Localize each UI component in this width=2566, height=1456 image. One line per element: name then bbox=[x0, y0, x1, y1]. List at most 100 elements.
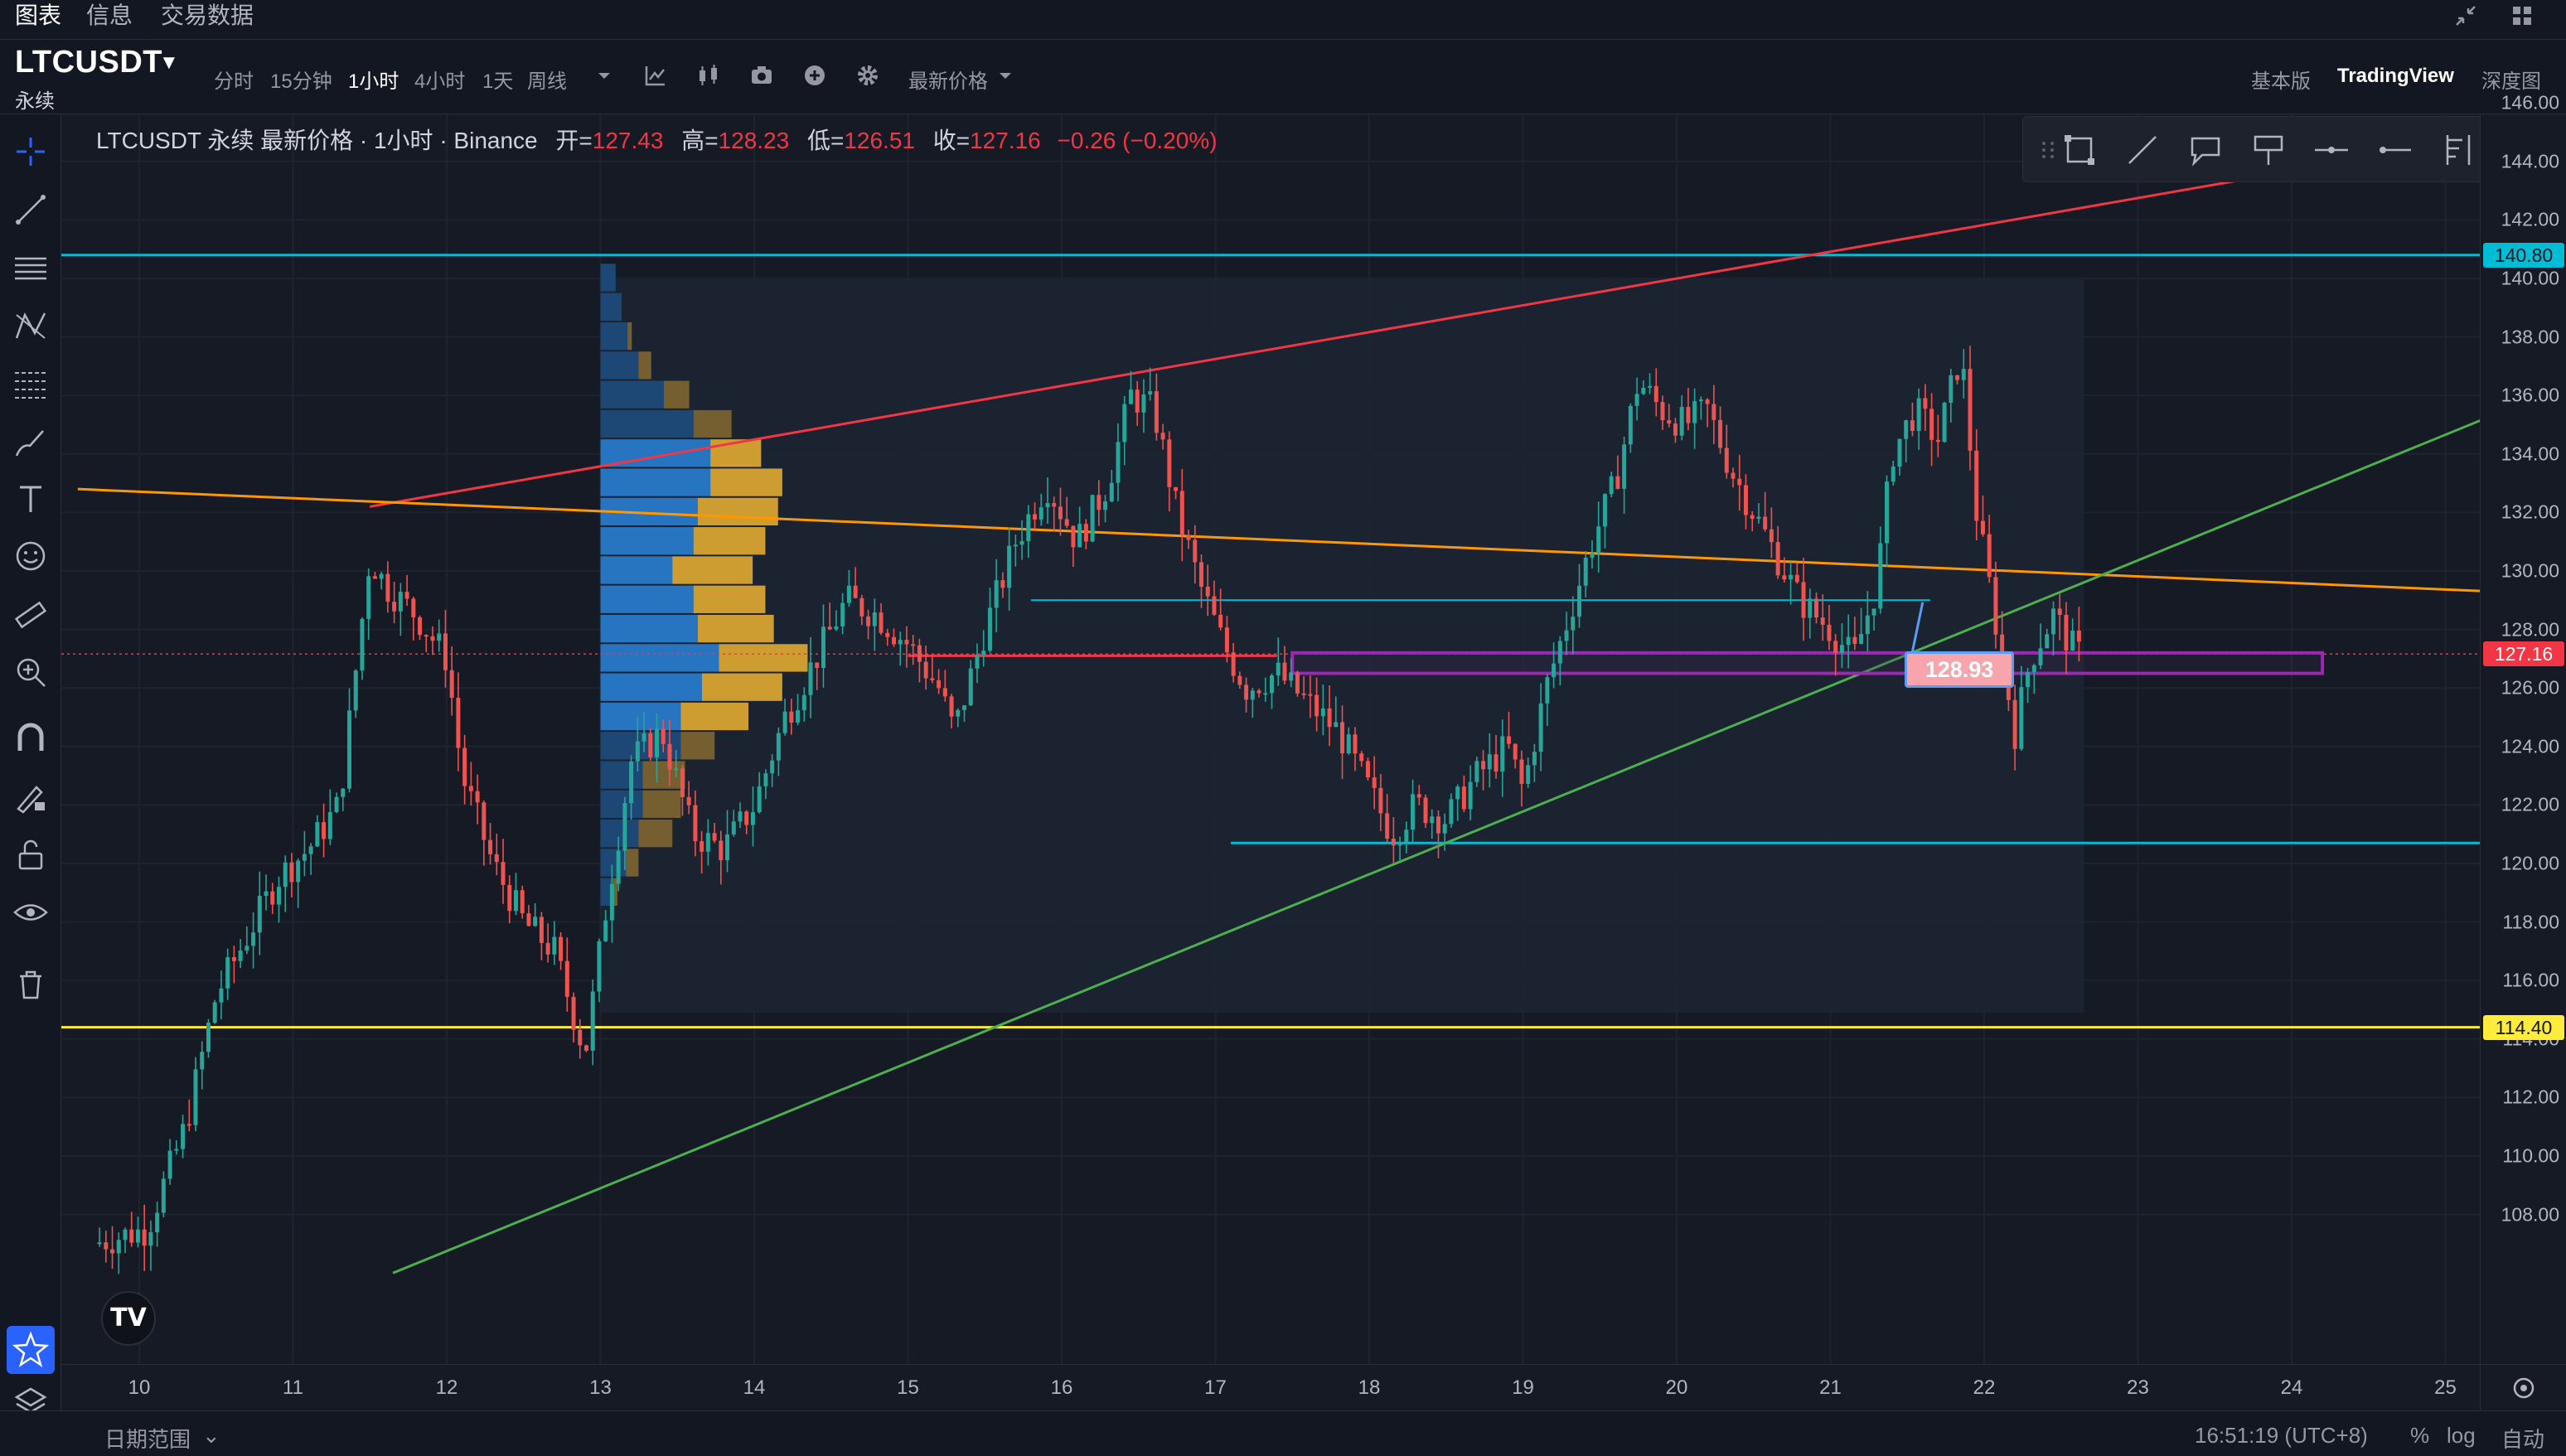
candle-body bbox=[700, 841, 704, 852]
candle-body bbox=[2045, 634, 2050, 649]
timeframe-1w[interactable]: 周线 bbox=[527, 65, 567, 94]
candle-body bbox=[1314, 694, 1319, 717]
ruler-icon[interactable] bbox=[12, 595, 50, 633]
brush-icon[interactable] bbox=[12, 423, 50, 461]
candle-body bbox=[1968, 369, 1973, 451]
candle-body bbox=[456, 698, 461, 748]
indicators-icon[interactable] bbox=[642, 61, 670, 89]
candle-body bbox=[520, 890, 525, 914]
candle-body bbox=[155, 1212, 160, 1232]
candle-body bbox=[2038, 648, 2043, 665]
fib-extension-icon[interactable] bbox=[2438, 130, 2477, 170]
text-icon[interactable] bbox=[12, 479, 50, 517]
candle-body bbox=[2019, 687, 2024, 749]
ray-tool-icon[interactable] bbox=[2375, 130, 2414, 170]
price-tick-label: 122.00 bbox=[2501, 793, 2559, 815]
timeframe-1h[interactable]: 1小时 bbox=[348, 65, 399, 94]
candle-body bbox=[437, 633, 442, 641]
timeframe-1d[interactable]: 1天 bbox=[482, 65, 513, 94]
time-axis[interactable]: 10 11 12 13 14 15 16 17 18 19 20 21 22 23 24 25 bbox=[61, 1364, 2480, 1410]
candle-body bbox=[1846, 636, 1851, 646]
range-rectangle bbox=[1290, 651, 2325, 675]
collapse-icon[interactable] bbox=[2453, 3, 2478, 28]
view-depth[interactable]: 深度图 bbox=[2481, 65, 2541, 94]
emoji-icon[interactable] bbox=[12, 537, 50, 575]
date-range-button[interactable]: 日期范围 bbox=[104, 1423, 191, 1454]
unlock-icon[interactable] bbox=[12, 835, 50, 873]
tab-chart[interactable]: 图表 bbox=[15, 0, 61, 31]
volume-profile-bar-sell bbox=[642, 761, 685, 789]
percent-toggle[interactable]: % bbox=[2410, 1423, 2429, 1449]
candle-body bbox=[1167, 439, 1172, 487]
chevron-down-icon[interactable]: ▼ bbox=[159, 51, 179, 75]
tab-trading-data[interactable]: 交易数据 bbox=[161, 0, 254, 31]
candle-body bbox=[296, 860, 301, 883]
line-tool-icon[interactable] bbox=[2123, 130, 2162, 170]
plus-circle-icon[interactable] bbox=[801, 61, 829, 89]
flag-tool-icon[interactable] bbox=[2249, 130, 2288, 170]
magnet-icon[interactable] bbox=[12, 719, 50, 757]
horizontal-ray-icon[interactable] bbox=[2312, 130, 2351, 170]
view-tradingview[interactable]: TradingView bbox=[2337, 65, 2454, 88]
candle-body bbox=[776, 733, 781, 761]
candle-body bbox=[123, 1229, 128, 1241]
candle-body bbox=[1648, 385, 1653, 388]
chevron-down-icon[interactable] bbox=[590, 61, 618, 89]
candle-body bbox=[322, 822, 327, 839]
price-callout[interactable]: 128.93 bbox=[1905, 651, 2014, 688]
candle-body bbox=[1282, 662, 1287, 681]
view-basic[interactable]: 基本版 bbox=[2251, 65, 2311, 94]
candle-body bbox=[962, 705, 967, 710]
candle-body bbox=[552, 936, 557, 955]
chart-plot-area[interactable] bbox=[61, 114, 2480, 1364]
candle-body bbox=[827, 626, 832, 630]
settings-circle-icon[interactable] bbox=[2481, 1365, 2566, 1411]
candle-body bbox=[193, 1069, 198, 1125]
candle-body bbox=[1711, 404, 1716, 420]
trash-icon[interactable] bbox=[12, 965, 50, 1003]
eye-icon[interactable] bbox=[12, 893, 50, 931]
candle-body bbox=[1353, 734, 1358, 754]
chevron-down-icon[interactable]: ⌄ bbox=[202, 1423, 220, 1449]
candle-body bbox=[167, 1150, 172, 1179]
candle-type-icon[interactable] bbox=[695, 61, 723, 89]
gear-icon[interactable] bbox=[854, 61, 882, 89]
auto-toggle[interactable]: 自动 bbox=[2501, 1423, 2544, 1454]
log-toggle[interactable]: log bbox=[2447, 1423, 2476, 1449]
trend-line-icon[interactable] bbox=[12, 191, 50, 229]
candle-body bbox=[2057, 608, 2062, 615]
zoom-icon[interactable] bbox=[12, 653, 50, 691]
candle-body bbox=[1628, 405, 1633, 445]
candle-body bbox=[418, 617, 423, 636]
chevron-down-icon[interactable] bbox=[991, 61, 1019, 89]
candle-body bbox=[796, 710, 801, 723]
candle-body bbox=[1526, 765, 1531, 784]
crosshair-icon[interactable] bbox=[12, 133, 50, 171]
candle-body bbox=[251, 932, 256, 946]
price-axis[interactable]: 146.00 144.00 142.00 140.00 138.00 136.00 134.… bbox=[2480, 92, 2566, 1364]
price-chart[interactable] bbox=[61, 114, 2480, 1364]
candle-body bbox=[110, 1249, 115, 1254]
horizontal-lines-icon[interactable] bbox=[12, 249, 50, 287]
candle-body bbox=[1385, 813, 1390, 839]
layout-grid-icon[interactable] bbox=[2510, 3, 2535, 28]
price-source-select[interactable]: 最新价格 bbox=[908, 65, 988, 94]
candle-body bbox=[1590, 553, 1595, 559]
symbol-name[interactable]: LTCUSDT bbox=[15, 45, 162, 80]
candle-body bbox=[1058, 506, 1063, 520]
candle-body bbox=[1891, 467, 1895, 482]
timeframe-15m[interactable]: 15分钟 bbox=[270, 65, 332, 94]
candle-body bbox=[1667, 420, 1672, 424]
callout-tool-icon[interactable] bbox=[2186, 130, 2225, 170]
fib-icon[interactable] bbox=[12, 365, 50, 403]
star-icon[interactable] bbox=[7, 1326, 55, 1374]
timeframe-4h[interactable]: 4小时 bbox=[414, 65, 465, 94]
drag-handle-icon[interactable] bbox=[2028, 130, 2054, 170]
rectangle-tool-icon[interactable] bbox=[2060, 130, 2099, 170]
timeframe-tick[interactable]: 分时 bbox=[214, 65, 254, 94]
pattern-icon[interactable] bbox=[12, 307, 50, 345]
tab-info[interactable]: 信息 bbox=[86, 0, 133, 31]
lock-draw-icon[interactable] bbox=[12, 777, 50, 815]
candle-body bbox=[1660, 402, 1665, 421]
camera-icon[interactable] bbox=[748, 61, 776, 89]
